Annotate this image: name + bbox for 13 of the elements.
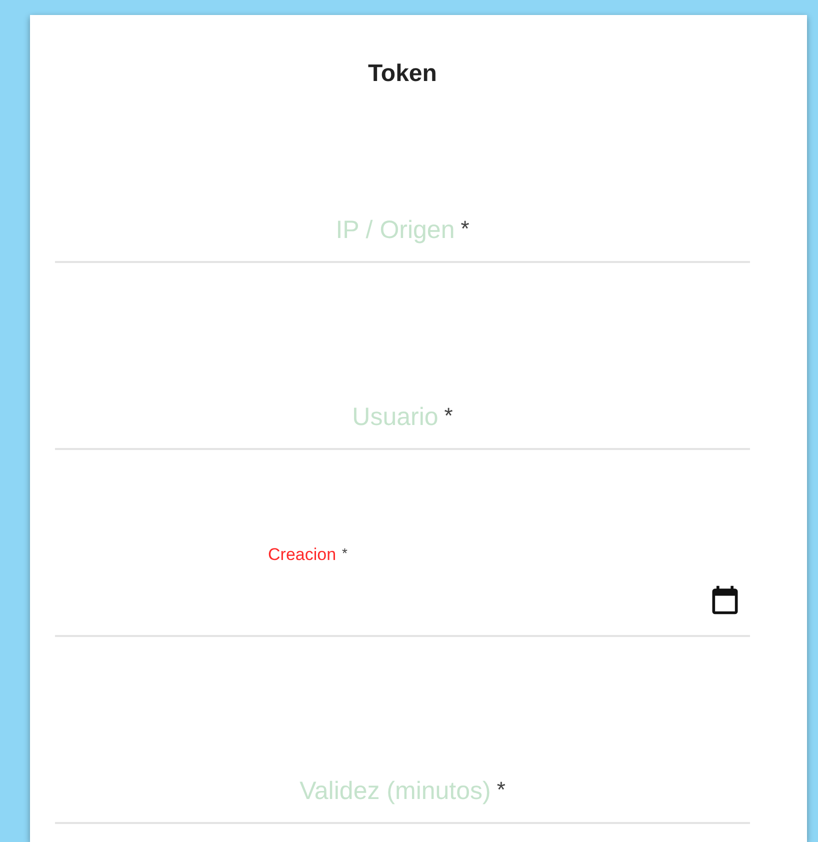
field-label: Validez (minutos)	[300, 777, 491, 806]
field-label: Usuario	[352, 403, 438, 432]
field-label: Creacion	[268, 545, 336, 565]
required-mark: *	[342, 545, 348, 561]
input-field[interactable]: Usuario *	[55, 263, 750, 450]
dialog-title: Token	[367, 60, 438, 88]
required-mark: *	[496, 777, 506, 803]
input-field[interactable]: Validez (minutos) *	[55, 637, 750, 824]
required-mark: *	[444, 403, 453, 429]
required-mark: *	[460, 216, 470, 242]
input-field[interactable]: IP / Origen *	[55, 88, 750, 263]
field-label: IP / Origen	[336, 216, 455, 245]
input-field[interactable]: Creacion *	[55, 450, 750, 637]
